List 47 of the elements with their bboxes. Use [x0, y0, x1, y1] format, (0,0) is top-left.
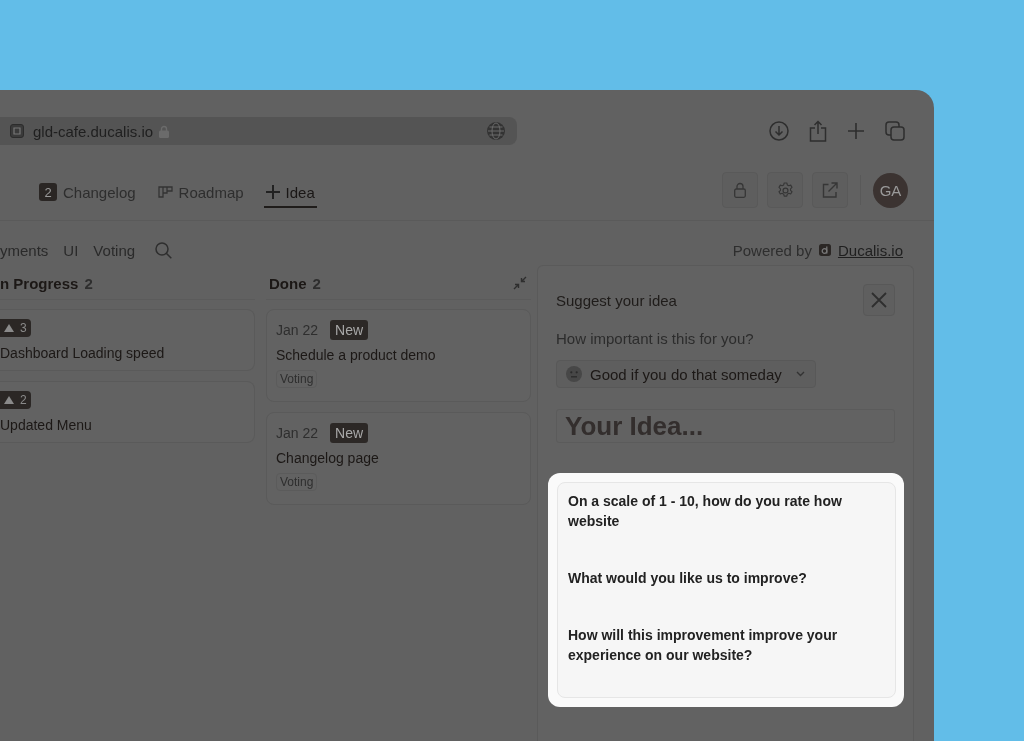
avatar[interactable]: GA [873, 172, 908, 208]
lock-button[interactable] [722, 172, 758, 208]
card-title: Updated Menu [0, 417, 92, 433]
site-icon [10, 124, 24, 138]
close-icon [871, 292, 887, 308]
importance-dropdown[interactable]: Good if you do that someday [556, 360, 816, 388]
idea-card[interactable]: 2 Updated Menu [0, 381, 255, 443]
download-icon[interactable] [769, 121, 789, 141]
search-icon[interactable] [155, 241, 173, 259]
lock-icon [734, 182, 746, 198]
panel-title: Suggest your idea [556, 291, 677, 309]
triangle-icon [4, 324, 14, 332]
triangle-icon [4, 396, 14, 404]
status-badge: New [330, 320, 369, 340]
filter-tag[interactable]: yments [0, 241, 49, 259]
card-title: Dashboard Loading speed [0, 345, 165, 361]
card-title: Changelog page [276, 450, 379, 466]
ducalis-link[interactable]: Ducalis.io [837, 241, 903, 259]
column-title: n Progress [0, 274, 79, 292]
question-text: What would you like us to improve? [568, 569, 808, 588]
tabs-icon[interactable] [885, 121, 905, 141]
status-badge: New [330, 423, 369, 443]
question-text: On a scale of 1 - 10, how do you rate how website [568, 492, 843, 531]
upvote-button[interactable]: 3 [0, 319, 31, 337]
board-icon [157, 186, 173, 198]
column-title: Done [269, 274, 307, 292]
plus-icon[interactable] [847, 122, 865, 140]
globe-icon[interactable] [487, 122, 505, 140]
description-field[interactable]: On a scale of 1 - 10, how do you rate how website What would you like us to improve? How will this improvement improve your experience on our website? [557, 482, 896, 698]
nav-tab[interactable]: Idea [263, 178, 317, 208]
chevron-down-icon [795, 371, 805, 377]
upvote-button[interactable]: 2 [0, 391, 31, 409]
count-badge: 2 [39, 183, 57, 201]
collapse-icon[interactable] [513, 276, 527, 290]
share-icon[interactable] [809, 120, 827, 142]
logo-icon [818, 244, 831, 256]
question-text: How will this improvement improve your experience on our website? [568, 626, 839, 665]
open-external-button[interactable] [812, 172, 848, 208]
close-button[interactable] [863, 284, 895, 316]
plus-icon [265, 185, 280, 199]
settings-icon [776, 181, 794, 199]
neutral-face-icon [566, 366, 582, 382]
filter-tag[interactable]: Voting [93, 241, 136, 259]
settings-button[interactable] [767, 172, 803, 208]
external-link-icon [822, 182, 838, 198]
idea-card[interactable]: 3 Dashboard Loading speed [0, 309, 255, 371]
card-title: Schedule a product demo [276, 347, 436, 363]
